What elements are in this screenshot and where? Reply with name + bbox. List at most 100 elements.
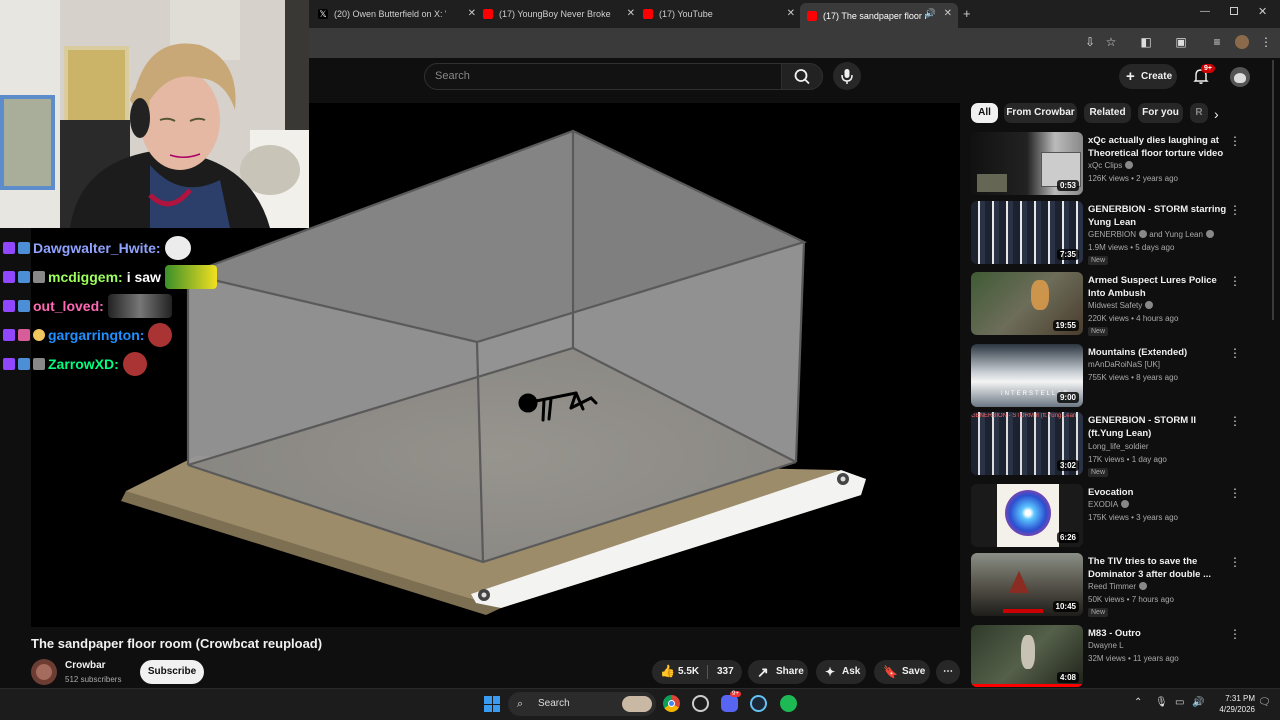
share-icon: ↗ bbox=[757, 664, 769, 680]
share-button[interactable]: ↗ Share bbox=[748, 660, 808, 684]
recommendation-item[interactable]: 0:53 xQc actually dies laughing at Theor… bbox=[971, 132, 1261, 195]
tab-owen-butterfield[interactable]: 𝕏 (20) Owen Butterfield on X: "an ✕ bbox=[318, 4, 476, 24]
tab-youngboy[interactable]: (17) YoungBoy Never Broke Ag ✕ bbox=[483, 4, 635, 24]
recommendation-channel[interactable]: xQc Clips bbox=[1088, 161, 1134, 170]
recommendation-item[interactable]: 7:35 GENERBION - STORM starring Yung Lea… bbox=[971, 201, 1261, 266]
chrome-icon[interactable] bbox=[663, 695, 680, 712]
recommendation-channel[interactable]: Long_life_soldier bbox=[1088, 442, 1149, 451]
close-tab-icon[interactable]: ✕ bbox=[468, 8, 476, 19]
video-thumbnail[interactable]: INTERSTELLAR 9:00 bbox=[971, 344, 1083, 407]
recommendation-item[interactable]: GENERBION - STORM II (ft.Yung Lean 3:02 … bbox=[971, 412, 1261, 478]
tab-sandpaper-floor[interactable]: (17) The sandpaper floor ro 🔊 ✕ bbox=[800, 3, 958, 28]
channel-name[interactable]: Crowbar bbox=[65, 660, 106, 671]
recommendation-item[interactable]: 10:45 The TIV tries to save the Dominato… bbox=[971, 553, 1261, 618]
notifications-button[interactable]: 9+ bbox=[1192, 64, 1215, 85]
like-button[interactable]: 👍 5.5K bbox=[652, 660, 706, 684]
video-thumbnail[interactable]: 7:35 bbox=[971, 201, 1083, 264]
chip-from-crowbar[interactable]: From Crowbar bbox=[1004, 103, 1077, 123]
chip-related[interactable]: Related bbox=[1084, 103, 1131, 123]
save-label: Save bbox=[902, 666, 926, 677]
recommendation-channel[interactable]: Dwayne L bbox=[1088, 641, 1124, 650]
recommendation-title[interactable]: xQc actually dies laughing at Theoretica… bbox=[1088, 134, 1228, 160]
maximize-icon[interactable] bbox=[1230, 7, 1238, 15]
recommendation-item[interactable]: 19:55 Armed Suspect Lures Police Into Am… bbox=[971, 272, 1261, 337]
bookmark-star-icon[interactable]: ☆ bbox=[1104, 35, 1118, 49]
discord-icon[interactable]: 9+ bbox=[721, 691, 741, 712]
more-vertical-icon[interactable]: ⋮ bbox=[1229, 203, 1241, 217]
recommendation-title[interactable]: Evocation bbox=[1088, 486, 1228, 499]
video-thumbnail[interactable]: GENERBION - STORM II (ft.Yung Lean 3:02 bbox=[971, 412, 1083, 475]
comment-count[interactable]: 337 bbox=[717, 666, 734, 677]
chip-scroll-right-icon[interactable]: › bbox=[1214, 106, 1219, 122]
microphone-tray-icon[interactable]: 🎙 bbox=[1155, 697, 1168, 708]
volume-icon[interactable]: 🔊 bbox=[1192, 697, 1204, 708]
voice-search-button[interactable] bbox=[833, 62, 861, 90]
chat-username: mcdiggem: bbox=[48, 269, 123, 285]
recommendation-channel[interactable]: GENERBION and Yung Lean bbox=[1088, 230, 1214, 239]
account-avatar[interactable] bbox=[1230, 67, 1250, 87]
more-vertical-icon[interactable]: ⋮ bbox=[1229, 555, 1241, 569]
chevron-up-icon[interactable]: ⌃ bbox=[1134, 697, 1142, 708]
extensions-icon[interactable]: ◧ bbox=[1139, 35, 1153, 49]
close-tab-icon[interactable]: ✕ bbox=[944, 8, 952, 19]
create-button[interactable]: + Create bbox=[1119, 64, 1177, 89]
spotify-icon[interactable] bbox=[780, 695, 797, 712]
search-button[interactable] bbox=[781, 63, 823, 90]
recommendation-title[interactable]: GENERBION - STORM starring Yung Lean bbox=[1088, 203, 1228, 229]
windows-start-icon[interactable] bbox=[484, 696, 500, 712]
recommendation-channel[interactable]: Reed Timmer bbox=[1088, 582, 1148, 591]
taskbar-search[interactable]: ⌕ Search bbox=[508, 692, 656, 716]
steam-icon[interactable] bbox=[750, 695, 767, 712]
page-scrollbar[interactable] bbox=[1270, 60, 1276, 320]
ask-button[interactable]: ✦ Ask bbox=[816, 660, 866, 684]
recommendation-title[interactable]: Armed Suspect Lures Police Into Ambush bbox=[1088, 274, 1228, 300]
media-controls-icon[interactable]: ≡ bbox=[1210, 35, 1224, 49]
chip-for-you[interactable]: For you bbox=[1138, 103, 1183, 123]
recommendation-title[interactable]: GENERBION - STORM II (ft.Yung Lean) bbox=[1088, 414, 1228, 440]
recommendation-item[interactable]: 6:26 Evocation EXODIA 175K views • 3 yea… bbox=[971, 484, 1261, 547]
install-icon[interactable]: ⇩ bbox=[1083, 35, 1097, 49]
recommendation-channel[interactable]: EXODIA bbox=[1088, 500, 1130, 509]
channel-avatar[interactable] bbox=[31, 659, 57, 685]
video-thumbnail[interactable]: 0:53 bbox=[971, 132, 1083, 195]
more-vertical-icon[interactable]: ⋮ bbox=[1229, 134, 1241, 148]
video-thumbnail[interactable]: 19:55 bbox=[971, 272, 1083, 335]
like-count: 5.5K bbox=[678, 666, 700, 677]
close-window-icon[interactable]: ✕ bbox=[1258, 5, 1267, 18]
browser-menu-icon[interactable]: ⋮ bbox=[1259, 35, 1273, 49]
chip-all[interactable]: All bbox=[971, 103, 998, 123]
new-tab-icon[interactable]: + bbox=[963, 6, 971, 21]
more-vertical-icon[interactable]: ⋮ bbox=[1229, 414, 1241, 428]
speaker-icon[interactable]: 🔊 bbox=[925, 8, 936, 19]
notification-center-icon[interactable]: 🗨 bbox=[1258, 697, 1271, 708]
close-tab-icon[interactable]: ✕ bbox=[787, 8, 795, 19]
app-icon[interactable] bbox=[692, 695, 709, 712]
more-vertical-icon[interactable]: ⋮ bbox=[1229, 274, 1241, 288]
more-vertical-icon[interactable]: ⋮ bbox=[1229, 486, 1241, 500]
save-button[interactable]: 🔖 Save bbox=[874, 660, 930, 684]
video-thumbnail[interactable]: 4:08 bbox=[971, 625, 1083, 687]
recommendation-channel[interactable]: mAnDaRoiNaS [UK] bbox=[1088, 360, 1160, 369]
minimize-icon[interactable]: — bbox=[1200, 6, 1210, 17]
video-thumbnail[interactable]: 10:45 bbox=[971, 553, 1083, 616]
more-vertical-icon[interactable]: ⋮ bbox=[1229, 627, 1241, 641]
taskbar-clock[interactable]: 7:31 PM 4/29/2026 bbox=[1207, 693, 1255, 715]
recommendation-item[interactable]: INTERSTELLAR 9:00 Mountains (Extended) m… bbox=[971, 344, 1261, 407]
recommendation-item[interactable]: 4:08 M83 - Outro Dwayne L 32M views • 11… bbox=[971, 625, 1261, 687]
more-actions-button[interactable]: ⋯ bbox=[936, 660, 960, 684]
recommendation-title[interactable]: The TIV tries to save the Dominator 3 af… bbox=[1088, 555, 1228, 581]
recommendation-channel[interactable]: Midwest Safety bbox=[1088, 301, 1154, 310]
video-thumbnail[interactable]: 6:26 bbox=[971, 484, 1083, 547]
more-vertical-icon[interactable]: ⋮ bbox=[1229, 346, 1241, 360]
search-input[interactable]: Search bbox=[424, 63, 782, 90]
tab-youtube[interactable]: (17) YouTube ✕ bbox=[643, 4, 795, 24]
close-tab-icon[interactable]: ✕ bbox=[627, 8, 635, 19]
sidepanel-icon[interactable]: ▣ bbox=[1174, 35, 1188, 49]
recommendation-title[interactable]: Mountains (Extended) bbox=[1088, 346, 1228, 359]
chip-more[interactable]: R bbox=[1190, 103, 1208, 123]
recommendation-title[interactable]: M83 - Outro bbox=[1088, 627, 1228, 640]
verified-icon bbox=[1139, 230, 1148, 238]
profile-avatar[interactable] bbox=[1235, 35, 1249, 49]
network-icon[interactable]: ▭ bbox=[1175, 697, 1184, 708]
subscribe-button[interactable]: Subscribe bbox=[140, 660, 204, 684]
